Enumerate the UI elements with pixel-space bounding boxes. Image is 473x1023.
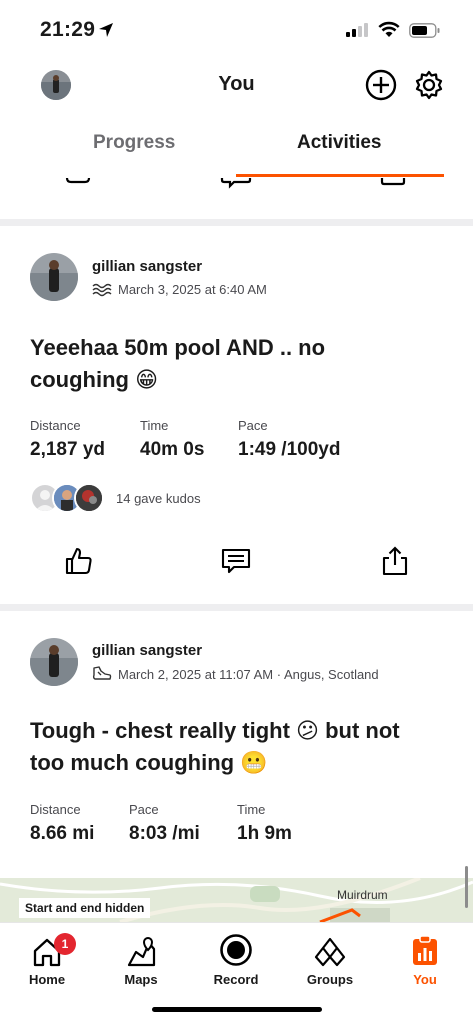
stat-distance: Distance 8.66 mi <box>30 802 94 845</box>
add-circle-icon[interactable] <box>365 69 397 101</box>
activity-actions <box>0 546 473 586</box>
comment-icon[interactable] <box>220 546 252 576</box>
tab-label: Home <box>28 972 66 987</box>
card-divider <box>0 604 473 611</box>
athlete-avatar[interactable] <box>30 638 78 686</box>
stat-value: 8.66 mi <box>30 823 95 844</box>
kudos-count: 14 gave kudos <box>116 490 201 506</box>
stat-time: Time 40m 0s <box>140 418 204 461</box>
cellular-signal-icon <box>346 23 368 37</box>
status-bar: 21:29 <box>0 0 473 60</box>
stat-pace: Pace 8:03 /mi <box>129 802 200 845</box>
activity-meta: March 2, 2025 at 11:07 AM · Angus, Scotl… <box>92 666 379 682</box>
tab-label: You <box>413 972 437 987</box>
gear-icon[interactable] <box>413 69 445 101</box>
tab-you[interactable]: You <box>385 929 465 987</box>
activity-card[interactable]: gillian sangster March 2, 2025 at 11:07 … <box>0 611 473 878</box>
stat-pace: Pace 1:49 /100yd <box>238 418 340 461</box>
tab-label: Record <box>213 972 259 987</box>
tab-label: Groups <box>306 972 354 987</box>
notification-badge: 1 <box>54 933 76 955</box>
share-icon[interactable] <box>381 546 409 576</box>
tab-record[interactable]: Record <box>196 929 276 987</box>
kudos-thumb-icon[interactable] <box>63 178 93 190</box>
stat-distance: Distance 2,187 yd <box>30 418 105 461</box>
status-time: 21:29 <box>40 18 96 41</box>
stat-label: Pace <box>129 802 159 817</box>
athlete-name[interactable]: gillian sangster <box>92 258 202 275</box>
stat-value: 40m 0s <box>140 439 205 460</box>
activity-meta: March 3, 2025 at 6:40 AM <box>92 282 267 297</box>
stat-label: Distance <box>30 418 81 433</box>
activity-title-line: too much coughing 😬 <box>30 750 268 775</box>
stat-value: 1:49 /100yd <box>238 439 341 460</box>
tab-activities[interactable]: Activities <box>297 132 381 154</box>
activity-title[interactable]: Tough - chest really tight 😕 but not too… <box>30 715 450 779</box>
map-privacy-label: Start and end hidden <box>19 898 151 918</box>
activity-date: March 3, 2025 at 6:40 AM <box>118 282 267 297</box>
stat-label: Time <box>140 418 169 433</box>
wifi-icon <box>378 21 400 37</box>
kudo-avatar <box>74 483 104 513</box>
stat-value: 2,187 yd <box>30 439 105 460</box>
location-arrow-icon <box>99 23 113 37</box>
kudos-row[interactable]: 14 gave kudos <box>30 483 201 513</box>
groups-icon <box>314 937 346 967</box>
share-icon[interactable] <box>380 178 408 192</box>
stat-value: 1h 9m <box>237 823 292 844</box>
stat-value: 8:03 /mi <box>129 823 200 844</box>
card-divider <box>0 219 473 226</box>
record-icon <box>220 934 252 966</box>
tab-maps[interactable]: Maps <box>101 929 181 987</box>
active-tab-indicator <box>236 174 444 177</box>
home-indicator <box>152 1007 322 1012</box>
battery-icon <box>409 23 440 38</box>
tab-progress[interactable]: Progress <box>93 132 175 154</box>
scrollbar[interactable] <box>465 866 468 908</box>
activity-title[interactable]: Yeeehaa 50m pool AND .. no coughing 😁 <box>30 332 450 396</box>
activity-title-line: Tough - chest really tight 😕 but not <box>30 718 400 743</box>
stat-time: Time 1h 9m <box>237 802 292 845</box>
page-title: You <box>218 73 255 95</box>
comment-icon[interactable] <box>220 178 252 192</box>
activity-card[interactable]: gillian sangster March 3, 2025 at 6:40 A… <box>0 226 473 604</box>
tab-home[interactable]: 1 Home <box>7 929 87 987</box>
swim-icon <box>92 283 112 296</box>
tab-groups[interactable]: Groups <box>290 929 370 987</box>
map-icon <box>127 937 156 967</box>
kudos-thumb-icon[interactable] <box>64 546 94 576</box>
run-shoe-icon <box>92 666 112 680</box>
athlete-name[interactable]: gillian sangster <box>92 642 202 659</box>
tab-label: Maps <box>124 972 158 987</box>
tab-strip: Progress Activities <box>0 118 473 178</box>
previous-card-actions <box>0 178 473 218</box>
athlete-avatar[interactable] <box>30 253 78 301</box>
activity-map[interactable]: Start and end hidden Muirdrum <box>0 878 473 922</box>
activity-title-line: coughing 😁 <box>30 367 159 392</box>
activity-date-location: March 2, 2025 at 11:07 AM · Angus, Scotl… <box>118 666 379 682</box>
map-place-label: Muirdrum <box>337 888 388 902</box>
activity-title-line: Yeeehaa 50m pool AND .. no <box>30 335 326 360</box>
stat-label: Time <box>237 802 266 817</box>
top-header: You <box>0 60 473 110</box>
stat-label: Distance <box>30 802 81 817</box>
you-icon <box>413 935 437 965</box>
stat-label: Pace <box>238 418 268 433</box>
